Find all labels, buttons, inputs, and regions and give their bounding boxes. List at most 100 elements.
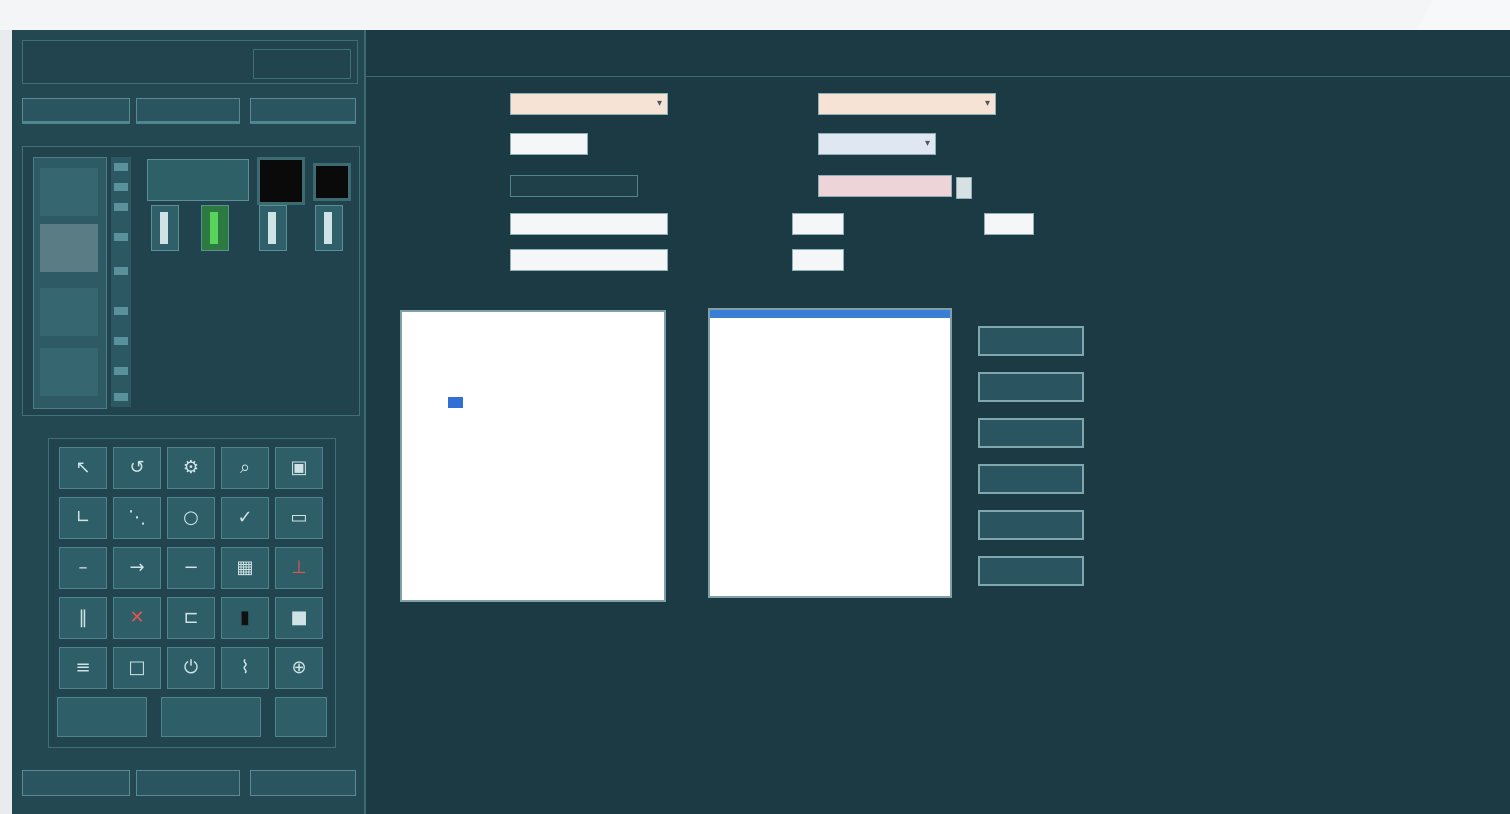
tree-node[interactable] — [408, 316, 658, 328]
scale-strip — [111, 157, 131, 407]
row5-input[interactable] — [510, 249, 668, 271]
row4-input[interactable] — [510, 213, 668, 235]
row3b-input[interactable] — [818, 175, 952, 197]
stop-icon[interactable]: ■ — [275, 597, 323, 639]
tree-node-label — [434, 374, 437, 384]
check-icon[interactable]: ✓ — [221, 497, 269, 539]
row2-input[interactable] — [510, 133, 588, 155]
gauge-2-active[interactable] — [201, 205, 229, 251]
trash-icon[interactable]: ▣ — [275, 447, 323, 489]
box-icon[interactable]: □ — [113, 647, 161, 689]
dash-icon[interactable]: – — [59, 547, 107, 589]
tree-node-label — [428, 351, 431, 361]
grid-icon[interactable]: ▦ — [221, 547, 269, 589]
color-swatch-small[interactable] — [313, 163, 351, 201]
gauge-4[interactable] — [315, 205, 343, 251]
tree-node[interactable] — [408, 523, 658, 535]
pin-icon[interactable]: ⊥ — [275, 547, 323, 589]
action-button-4[interactable] — [978, 464, 1084, 494]
tab-3[interactable] — [250, 98, 356, 124]
selection-list[interactable] — [708, 308, 952, 598]
row5b-input[interactable] — [792, 249, 844, 271]
tree-node[interactable] — [408, 351, 658, 363]
row4b-input[interactable] — [792, 213, 844, 235]
row3b-picker-button[interactable] — [956, 177, 972, 199]
row2b-select[interactable] — [818, 133, 936, 155]
tab-1[interactable] — [22, 98, 130, 124]
tree-node[interactable] — [408, 396, 658, 408]
bars-icon[interactable]: ‖ — [59, 597, 107, 639]
tree-node-label — [416, 569, 419, 579]
switch-icon[interactable]: ⏻ — [167, 647, 215, 689]
undo-icon[interactable]: ↺ — [113, 447, 161, 489]
action-button-5[interactable] — [978, 510, 1084, 540]
bottom-button-3[interactable] — [250, 770, 356, 796]
rect-icon[interactable]: ▭ — [275, 497, 323, 539]
scale-tick — [114, 393, 128, 401]
tree-node[interactable] — [408, 489, 658, 501]
action-button-3[interactable] — [978, 418, 1084, 448]
action-button-1[interactable] — [978, 326, 1084, 356]
level-segment — [40, 288, 98, 336]
tree-node[interactable] — [408, 374, 658, 386]
tree-node-label — [440, 385, 443, 395]
tool-palette: ↖ ↺ ⚙ ⌕ ▣ ∟ ⋱ ○ ✓ ▭ – → − ▦ ⊥ ‖ ✕ ⊏ ▮ ■ ≡ □ ⏻ ⌇ ⊕ — [48, 438, 336, 748]
circle-icon[interactable]: ○ — [167, 497, 215, 539]
action-button-6[interactable] — [978, 556, 1084, 586]
tree-node[interactable] — [408, 535, 658, 547]
line-icon[interactable]: ∟ — [59, 497, 107, 539]
tree-node[interactable] — [408, 362, 658, 374]
tree-node[interactable] — [408, 569, 658, 581]
row3-radio-group[interactable] — [510, 175, 638, 197]
tree-node-label — [416, 558, 419, 568]
status-widget[interactable] — [147, 159, 249, 201]
tree-node[interactable] — [408, 431, 658, 443]
search-icon[interactable]: ⌕ — [221, 447, 269, 489]
tree-node[interactable] — [408, 454, 658, 466]
node-icon[interactable]: ⋱ — [113, 497, 161, 539]
tree-node[interactable] — [408, 420, 658, 432]
cursor-icon[interactable]: ↖ — [59, 447, 107, 489]
palette-field-1[interactable] — [57, 697, 147, 737]
tree-node[interactable] — [408, 385, 658, 397]
lamp-icon[interactable]: ▮ — [221, 597, 269, 639]
tree-node[interactable] — [408, 339, 658, 351]
row4c-input[interactable] — [984, 213, 1034, 235]
tree-node[interactable] — [408, 512, 658, 524]
tree-node[interactable] — [408, 477, 658, 489]
minus-icon[interactable]: − — [167, 547, 215, 589]
alert-icon[interactable]: ✕ — [113, 597, 161, 639]
bottom-button-1[interactable] — [22, 770, 130, 796]
tree-node[interactable] — [408, 546, 658, 558]
label-icon[interactable]: ≡ — [59, 647, 107, 689]
tree-node[interactable] — [408, 443, 658, 455]
palette-field-2[interactable] — [161, 697, 261, 737]
level-bar — [33, 157, 107, 409]
tree-node[interactable] — [408, 500, 658, 512]
scale-tick — [114, 233, 128, 241]
tree-view[interactable] — [400, 310, 666, 602]
row1-select[interactable] — [510, 93, 668, 115]
gauge-1[interactable] — [151, 205, 179, 251]
tree-node-label — [416, 477, 419, 487]
palette-field-3[interactable] — [275, 697, 327, 737]
tab-2[interactable] — [136, 98, 240, 124]
row1b-select[interactable] — [818, 93, 996, 115]
tree-node[interactable] — [408, 558, 658, 570]
zoom-icon[interactable]: ⊕ — [275, 647, 323, 689]
tree-node[interactable] — [408, 466, 658, 478]
color-swatch[interactable] — [257, 157, 305, 205]
level-segment — [40, 224, 98, 272]
bracket-icon[interactable]: ⊏ — [167, 597, 215, 639]
tree-node-label — [416, 535, 419, 545]
action-button-2[interactable] — [978, 372, 1084, 402]
title-side-field — [253, 49, 351, 79]
tree-node-label — [454, 431, 457, 441]
tree-node[interactable] — [408, 408, 658, 420]
tree-node[interactable] — [408, 328, 658, 340]
gauge-3[interactable] — [259, 205, 287, 251]
arrow-icon[interactable]: → — [113, 547, 161, 589]
gear-icon[interactable]: ⚙ — [167, 447, 215, 489]
link-icon[interactable]: ⌇ — [221, 647, 269, 689]
bottom-button-2[interactable] — [136, 770, 240, 796]
